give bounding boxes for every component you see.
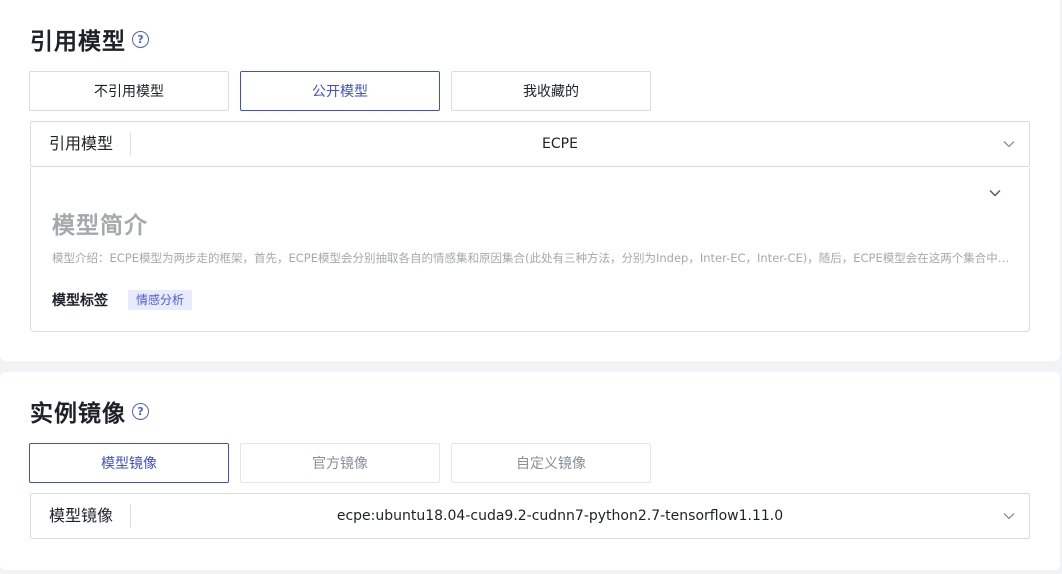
- help-icon[interactable]: ?: [132, 402, 149, 420]
- chevron-down-icon[interactable]: [989, 182, 1001, 201]
- help-icon[interactable]: ?: [132, 30, 149, 48]
- instance-image-card: 实例镜像 ? 模型镜像 官方镜像 自定义镜像 模型镜像 ecpe:ubuntu1…: [0, 372, 1060, 570]
- image-select-label: 模型镜像: [31, 505, 131, 527]
- image-section-header: 实例镜像 ?: [30, 394, 149, 428]
- tab-custom-image: 自定义镜像: [451, 443, 651, 483]
- model-intro-description: 模型介绍：ECPE模型为两步走的框架，首先，ECPE模型会分别抽取各自的情感集和…: [52, 251, 1012, 265]
- tab-no-reference-model[interactable]: 不引用模型: [29, 71, 229, 111]
- image-select-value: ecpe:ubuntu18.04-cuda9.2-cudnn7-python2.…: [336, 508, 784, 524]
- model-source-tabs: 不引用模型 公开模型 我收藏的: [29, 71, 651, 111]
- tab-model-image[interactable]: 模型镜像: [29, 443, 229, 483]
- tab-my-favorites[interactable]: 我收藏的: [451, 71, 651, 111]
- image-section-title: 实例镜像: [30, 401, 126, 427]
- chevron-down-icon[interactable]: [989, 140, 1029, 148]
- image-source-tabs: 模型镜像 官方镜像 自定义镜像: [29, 443, 651, 483]
- model-intro-panel: 模型简介 模型介绍：ECPE模型为两步走的框架，首先，ECPE模型会分别抽取各自…: [30, 168, 1030, 332]
- model-section-header: 引用模型 ?: [30, 22, 149, 56]
- model-reference-card: 引用模型 ? 不引用模型 公开模型 我收藏的 引用模型 ECPE 模型简介 模型…: [0, 0, 1060, 361]
- model-tag-label: 模型标签: [52, 293, 108, 309]
- model-select-label: 引用模型: [31, 133, 131, 155]
- tab-public-model[interactable]: 公开模型: [240, 71, 440, 111]
- model-section-title: 引用模型: [30, 29, 126, 55]
- model-tag-row: 模型标签 情感分析: [52, 290, 193, 310]
- chevron-down-icon[interactable]: [989, 512, 1029, 520]
- model-select-value: ECPE: [542, 136, 578, 152]
- model-intro-title: 模型简介: [52, 213, 148, 239]
- tab-official-image: 官方镜像: [240, 443, 440, 483]
- model-tag: 情感分析: [128, 290, 193, 310]
- model-select[interactable]: 引用模型 ECPE: [30, 121, 1030, 167]
- image-select[interactable]: 模型镜像 ecpe:ubuntu18.04-cuda9.2-cudnn7-pyt…: [30, 493, 1030, 539]
